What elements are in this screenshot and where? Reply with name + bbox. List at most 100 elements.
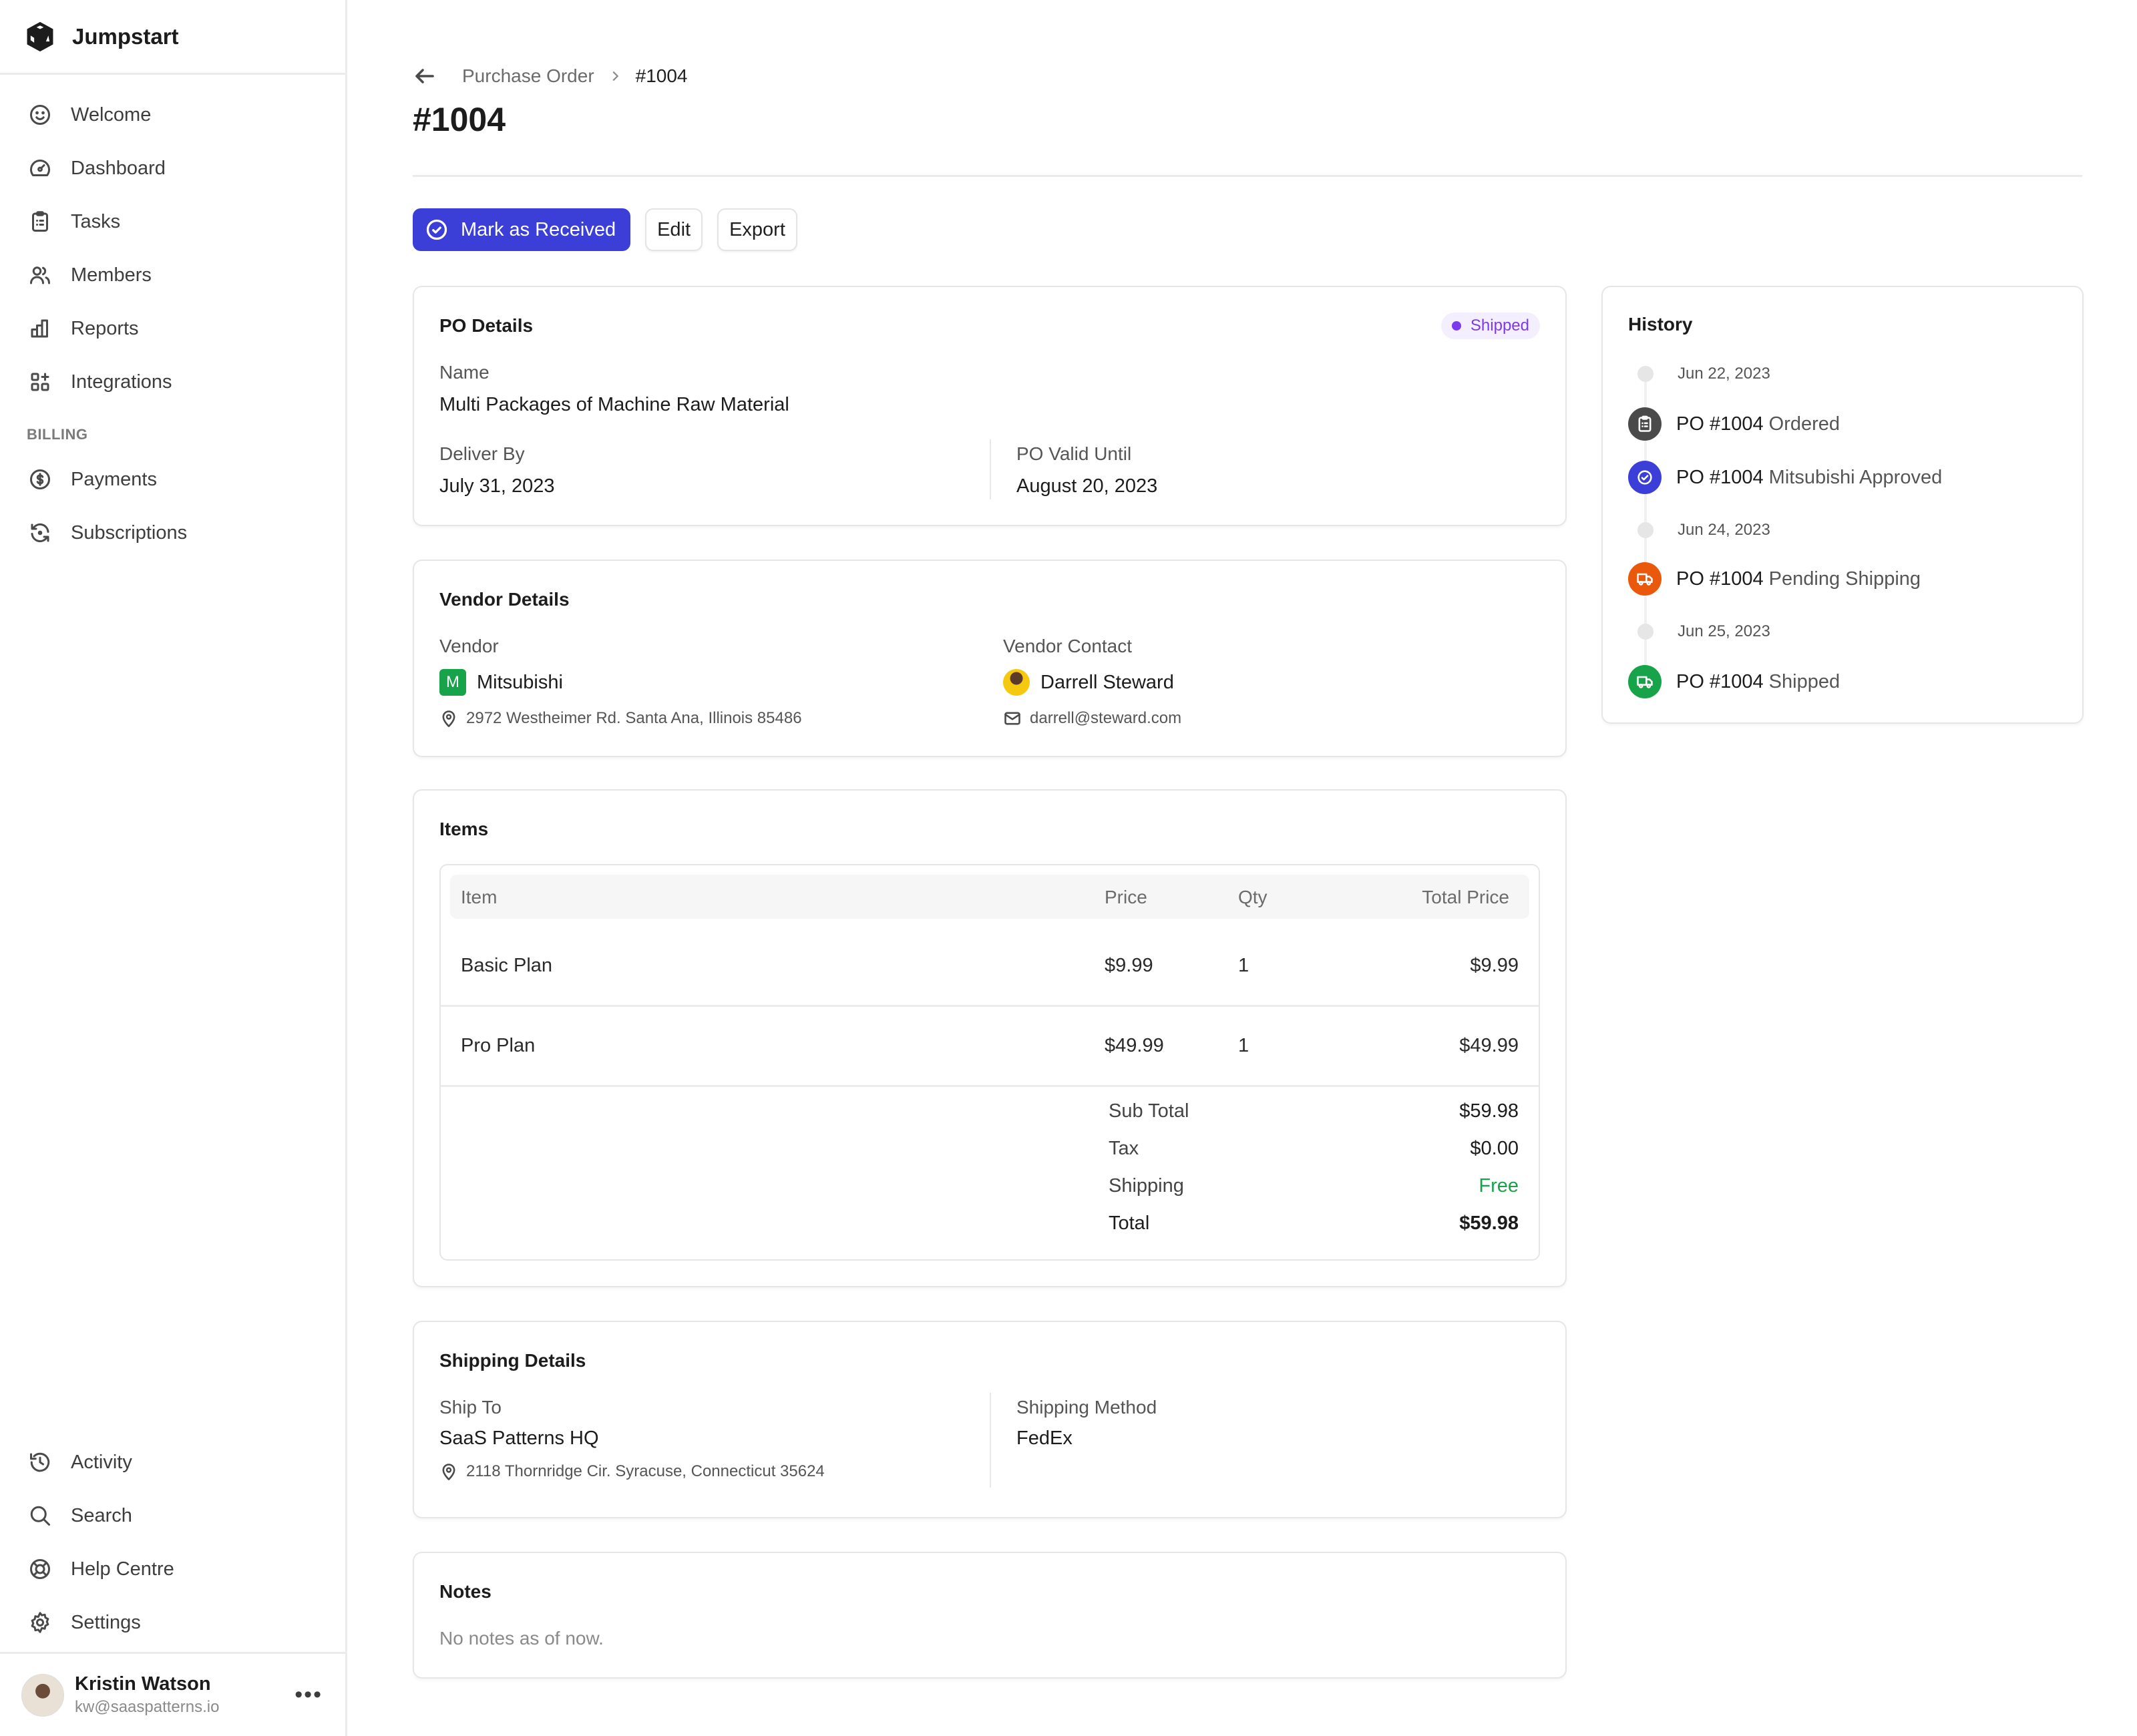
- sidebar-item-subscriptions[interactable]: Subscriptions: [0, 506, 345, 560]
- sidebar-item-integrations[interactable]: Integrations: [0, 355, 345, 409]
- shipping-method-value: FedEx: [1016, 1428, 1073, 1449]
- timeline-dot-icon: [1637, 624, 1654, 640]
- header-divider: [413, 175, 2082, 177]
- sidebar-item-payments[interactable]: Payments: [0, 453, 345, 506]
- edit-button[interactable]: Edit: [645, 208, 703, 251]
- notes-card: Notes No notes as of now.: [413, 1552, 1567, 1679]
- truck-icon: [1637, 676, 1653, 688]
- sidebar-item-label: Help Centre: [71, 1558, 174, 1580]
- vendor-contact-label: Vendor Contact: [1003, 636, 1133, 656]
- breadcrumb-current: #1004: [635, 65, 688, 86]
- mark-as-received-button[interactable]: Mark as Received: [413, 208, 631, 251]
- name-label: Name: [439, 362, 490, 383]
- user-profile[interactable]: Kristin Watson kw@saaspatterns.io •••: [0, 1652, 345, 1736]
- timeline-dot-icon: [1637, 522, 1654, 538]
- sidebar-item-search[interactable]: Search: [0, 1489, 345, 1542]
- grid-plus-icon: [31, 373, 49, 391]
- event-po: PO #1004: [1676, 568, 1764, 590]
- breadcrumb-purchase-order[interactable]: Purchase Order: [462, 65, 594, 87]
- vendor-contact-row[interactable]: Darrell Steward: [1003, 669, 1174, 696]
- main-nav: Welcome Dashboard Tasks Members Reports …: [0, 75, 345, 560]
- sidebar-item-label: Settings: [71, 1611, 141, 1633]
- event-po: PO #1004: [1676, 466, 1764, 488]
- ship-to-address: 2118 Thornridge Cir. Syracuse, Connectic…: [439, 1462, 825, 1481]
- event-po: PO #1004: [1676, 413, 1764, 435]
- search-icon: [30, 1506, 50, 1526]
- total-value: $59.98: [1459, 1213, 1519, 1234]
- bar-chart-icon: [31, 319, 48, 338]
- timeline-date: Jun 22, 2023: [1603, 365, 1770, 383]
- back-arrow-icon[interactable]: [413, 64, 437, 88]
- contact-email[interactable]: darrell@steward.com: [1003, 709, 1181, 728]
- sidebar-item-tasks[interactable]: Tasks: [0, 195, 345, 248]
- secondary-nav: Activity Search Help Centre Settings: [0, 1436, 345, 1649]
- sidebar-item-label: Reports: [71, 317, 139, 339]
- history-card: History Jun 22, 2023 PO #1004 Ordered PO…: [1601, 286, 2084, 724]
- sidebar-item-label: Search: [71, 1504, 132, 1526]
- shipping-value: Free: [1479, 1175, 1519, 1197]
- check-circle-icon: [426, 219, 447, 240]
- timeline-event: PO #1004 Shipped: [1628, 665, 1840, 698]
- column-header-total-price: Total Price: [1422, 887, 1509, 907]
- users-icon: [30, 266, 50, 284]
- action-bar: Mark as Received Edit Export: [413, 208, 797, 251]
- card-title: Shipping Details: [439, 1350, 586, 1371]
- column-header-item: Item: [461, 887, 498, 907]
- status-dot-icon: [1451, 321, 1461, 331]
- sidebar-item-members[interactable]: Members: [0, 248, 345, 302]
- clipboard-icon: [32, 211, 48, 232]
- billing-section-heading: BILLING: [27, 426, 88, 443]
- timeline-date: Jun 24, 2023: [1603, 521, 1770, 539]
- column-header-qty: Qty: [1238, 887, 1268, 907]
- items-card: Items Item Price Qty Total Price Basic P…: [413, 789, 1567, 1287]
- vendor-details-card: Vendor Details Vendor M Mitsubishi 2972 …: [413, 560, 1567, 757]
- contact-avatar: [1003, 669, 1030, 696]
- clipboard-icon: [1638, 415, 1652, 432]
- tax-value: $0.00: [1470, 1138, 1519, 1159]
- breadcrumb: Purchase Order #1004: [413, 64, 688, 88]
- sidebar-item-welcome[interactable]: Welcome: [0, 88, 345, 142]
- sidebar-item-help-centre[interactable]: Help Centre: [0, 1542, 345, 1596]
- sidebar-item-label: Subscriptions: [71, 521, 188, 544]
- event-icon: [1628, 562, 1662, 596]
- item-price: $9.99: [1105, 955, 1153, 976]
- event-action: Pending Shipping: [1768, 568, 1921, 590]
- lifebuoy-icon: [30, 1559, 50, 1579]
- column-header-price: Price: [1105, 887, 1147, 907]
- mark-as-received-label: Mark as Received: [461, 218, 616, 240]
- item-qty: 1: [1238, 1035, 1249, 1056]
- sidebar-item-label: Integrations: [71, 371, 172, 393]
- subtotal-value: $59.98: [1459, 1100, 1519, 1122]
- sidebar-item-settings[interactable]: Settings: [0, 1596, 345, 1649]
- brand[interactable]: Jumpstart: [0, 0, 345, 75]
- status-badge: Shipped: [1440, 312, 1540, 339]
- sidebar-item-label: Dashboard: [71, 157, 166, 179]
- card-title: Items: [439, 819, 489, 839]
- timeline-event: PO #1004 Ordered: [1628, 407, 1840, 441]
- sidebar-item-dashboard[interactable]: Dashboard: [0, 142, 345, 195]
- event-po: PO #1004: [1676, 670, 1764, 692]
- ship-to-value: SaaS Patterns HQ: [439, 1428, 599, 1449]
- map-pin-icon: [442, 710, 455, 727]
- vendor-name-row[interactable]: M Mitsubishi: [439, 669, 563, 696]
- event-action: Ordered: [1768, 413, 1840, 435]
- card-title: Vendor Details: [439, 589, 570, 610]
- avatar: [21, 1673, 64, 1717]
- sidebar-item-reports[interactable]: Reports: [0, 302, 345, 355]
- subtotal-label: Sub Total: [1109, 1100, 1189, 1122]
- more-options-icon[interactable]: •••: [295, 1682, 323, 1708]
- export-button[interactable]: Export: [717, 208, 797, 251]
- po-details-card: PO Details Shipped Name Multi Packages o…: [413, 286, 1567, 526]
- total-label: Total: [1109, 1213, 1150, 1234]
- column-divider: [990, 1393, 991, 1488]
- items-table: Item Price Qty Total Price Basic Plan $9…: [439, 864, 1540, 1261]
- sidebar-item-activity[interactable]: Activity: [0, 1436, 345, 1489]
- event-action: Mitsubishi Approved: [1768, 466, 1943, 488]
- card-title: Notes: [439, 1581, 492, 1602]
- history-icon: [30, 1452, 50, 1472]
- card-title: PO Details: [439, 315, 534, 336]
- page-title: #1004: [413, 101, 506, 138]
- map-pin-icon: [442, 1464, 455, 1480]
- dollar-circle-icon: [30, 469, 50, 489]
- user-email: kw@saaspatterns.io: [75, 1698, 220, 1716]
